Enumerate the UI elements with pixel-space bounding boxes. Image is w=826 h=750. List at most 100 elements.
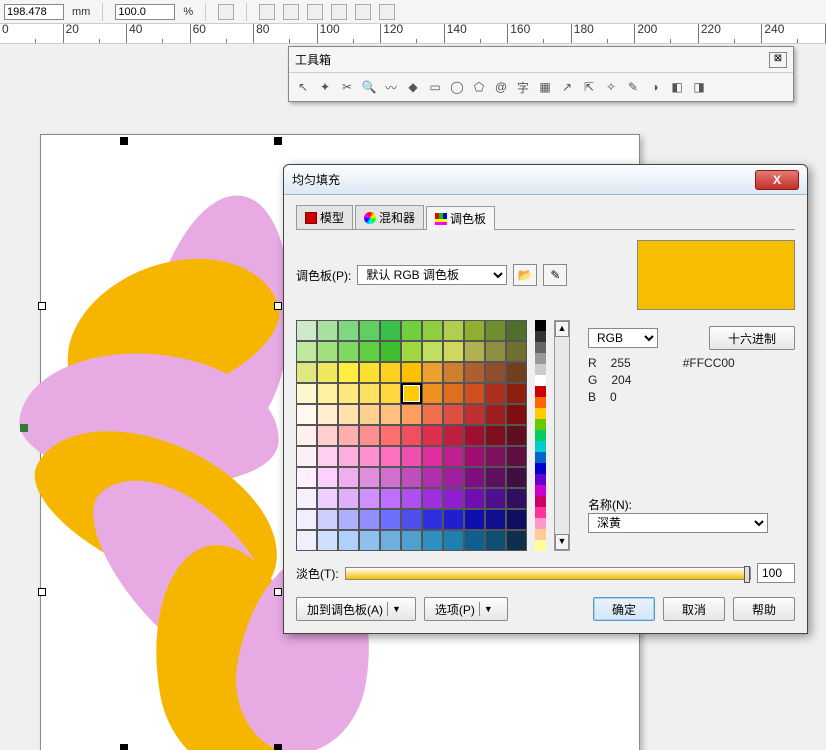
swatch[interactable] bbox=[464, 509, 485, 530]
interactive-fill-icon[interactable]: ◨ bbox=[689, 77, 709, 97]
swatch[interactable] bbox=[296, 341, 317, 362]
swatch[interactable] bbox=[506, 425, 527, 446]
open-palette-button[interactable]: 📂 bbox=[513, 264, 537, 286]
options-button[interactable]: 选项(P)▼ bbox=[424, 597, 508, 621]
swatch[interactable] bbox=[317, 404, 338, 425]
swatch[interactable] bbox=[359, 362, 380, 383]
swatch[interactable] bbox=[485, 362, 506, 383]
swatch[interactable] bbox=[401, 320, 422, 341]
swatch[interactable] bbox=[296, 509, 317, 530]
swatch[interactable] bbox=[401, 341, 422, 362]
swatch[interactable] bbox=[506, 320, 527, 341]
swatch[interactable] bbox=[485, 530, 506, 551]
swatch[interactable] bbox=[338, 509, 359, 530]
swatch[interactable] bbox=[464, 383, 485, 404]
toolbar-icon[interactable] bbox=[283, 4, 299, 20]
swatch[interactable] bbox=[422, 425, 443, 446]
mini-swatch[interactable] bbox=[535, 320, 546, 331]
mini-swatch[interactable] bbox=[535, 441, 546, 452]
swatch[interactable] bbox=[464, 425, 485, 446]
crop-tool-icon[interactable]: ✂ bbox=[337, 77, 357, 97]
connector-tool-icon[interactable]: ⇱ bbox=[579, 77, 599, 97]
zoom-input[interactable] bbox=[115, 4, 175, 20]
outline-tool-icon[interactable]: ◑ bbox=[645, 77, 665, 97]
pick-tool-icon[interactable]: ↖ bbox=[293, 77, 313, 97]
toolbar-icon[interactable] bbox=[379, 4, 395, 20]
swatch[interactable] bbox=[380, 425, 401, 446]
swatch[interactable] bbox=[464, 320, 485, 341]
swatch[interactable] bbox=[485, 446, 506, 467]
swatch[interactable] bbox=[506, 467, 527, 488]
swatch[interactable] bbox=[506, 530, 527, 551]
position-input[interactable] bbox=[4, 4, 64, 20]
mini-swatch[interactable] bbox=[535, 452, 546, 463]
swatch[interactable] bbox=[359, 320, 380, 341]
palette-scrollbar[interactable]: ▲ ▼ bbox=[554, 320, 570, 551]
swatch[interactable] bbox=[422, 383, 443, 404]
swatch[interactable] bbox=[464, 446, 485, 467]
swatch[interactable] bbox=[338, 341, 359, 362]
swatch[interactable] bbox=[296, 383, 317, 404]
swatch[interactable] bbox=[422, 404, 443, 425]
polygon-tool-icon[interactable]: ⬠ bbox=[469, 77, 489, 97]
swatch[interactable] bbox=[401, 488, 422, 509]
swatch[interactable] bbox=[422, 362, 443, 383]
swatch[interactable] bbox=[380, 509, 401, 530]
tint-value-input[interactable] bbox=[757, 563, 795, 583]
mini-swatch[interactable] bbox=[535, 408, 546, 419]
mini-swatch[interactable] bbox=[535, 507, 546, 518]
swatch[interactable] bbox=[401, 383, 422, 404]
swatch[interactable] bbox=[317, 320, 338, 341]
swatch[interactable] bbox=[296, 530, 317, 551]
ellipse-tool-icon[interactable]: ◯ bbox=[447, 77, 467, 97]
swatch[interactable] bbox=[506, 362, 527, 383]
swatch[interactable] bbox=[317, 530, 338, 551]
swatch[interactable] bbox=[359, 383, 380, 404]
swatch[interactable] bbox=[464, 467, 485, 488]
swatch[interactable] bbox=[296, 446, 317, 467]
tab-model[interactable]: 模型 bbox=[296, 205, 353, 229]
swatch[interactable] bbox=[359, 341, 380, 362]
swatch[interactable] bbox=[380, 404, 401, 425]
swatch[interactable] bbox=[422, 488, 443, 509]
swatch[interactable] bbox=[464, 341, 485, 362]
swatch[interactable] bbox=[401, 425, 422, 446]
swatch[interactable] bbox=[422, 509, 443, 530]
mini-swatch[interactable] bbox=[535, 540, 546, 551]
swatch[interactable] bbox=[443, 383, 464, 404]
swatch[interactable] bbox=[338, 530, 359, 551]
swatch[interactable] bbox=[464, 488, 485, 509]
color-name-select[interactable]: 深黄 bbox=[588, 513, 768, 533]
swatch[interactable] bbox=[338, 467, 359, 488]
swatch[interactable] bbox=[380, 383, 401, 404]
swatch[interactable] bbox=[380, 446, 401, 467]
mini-swatch[interactable] bbox=[535, 342, 546, 353]
swatch[interactable] bbox=[443, 467, 464, 488]
mini-strip[interactable] bbox=[535, 320, 546, 551]
swatch[interactable] bbox=[317, 425, 338, 446]
smart-fill-icon[interactable]: ◆ bbox=[403, 77, 423, 97]
swatch[interactable] bbox=[359, 530, 380, 551]
fill-tool-icon[interactable]: ◧ bbox=[667, 77, 687, 97]
shape-tool-icon[interactable]: ✦ bbox=[315, 77, 335, 97]
swatch[interactable] bbox=[485, 320, 506, 341]
mini-swatch[interactable] bbox=[535, 485, 546, 496]
toolbar-icon[interactable] bbox=[307, 4, 323, 20]
swatch[interactable] bbox=[338, 488, 359, 509]
tab-mixer[interactable]: 混和器 bbox=[355, 205, 424, 229]
toolbar-icon[interactable] bbox=[218, 4, 234, 20]
swatch[interactable] bbox=[506, 383, 527, 404]
swatch[interactable] bbox=[338, 383, 359, 404]
swatch[interactable] bbox=[443, 320, 464, 341]
swatch[interactable] bbox=[443, 446, 464, 467]
toolbar-icon[interactable] bbox=[331, 4, 347, 20]
toolbox-close-icon[interactable]: ⊠ bbox=[769, 52, 787, 68]
swatch[interactable] bbox=[380, 341, 401, 362]
swatch[interactable] bbox=[359, 446, 380, 467]
swatch[interactable] bbox=[485, 509, 506, 530]
mini-swatch[interactable] bbox=[535, 419, 546, 430]
swatch[interactable] bbox=[506, 404, 527, 425]
mini-swatch[interactable] bbox=[535, 353, 546, 364]
mini-swatch[interactable] bbox=[535, 397, 546, 408]
zoom-tool-icon[interactable]: 🔍 bbox=[359, 77, 379, 97]
